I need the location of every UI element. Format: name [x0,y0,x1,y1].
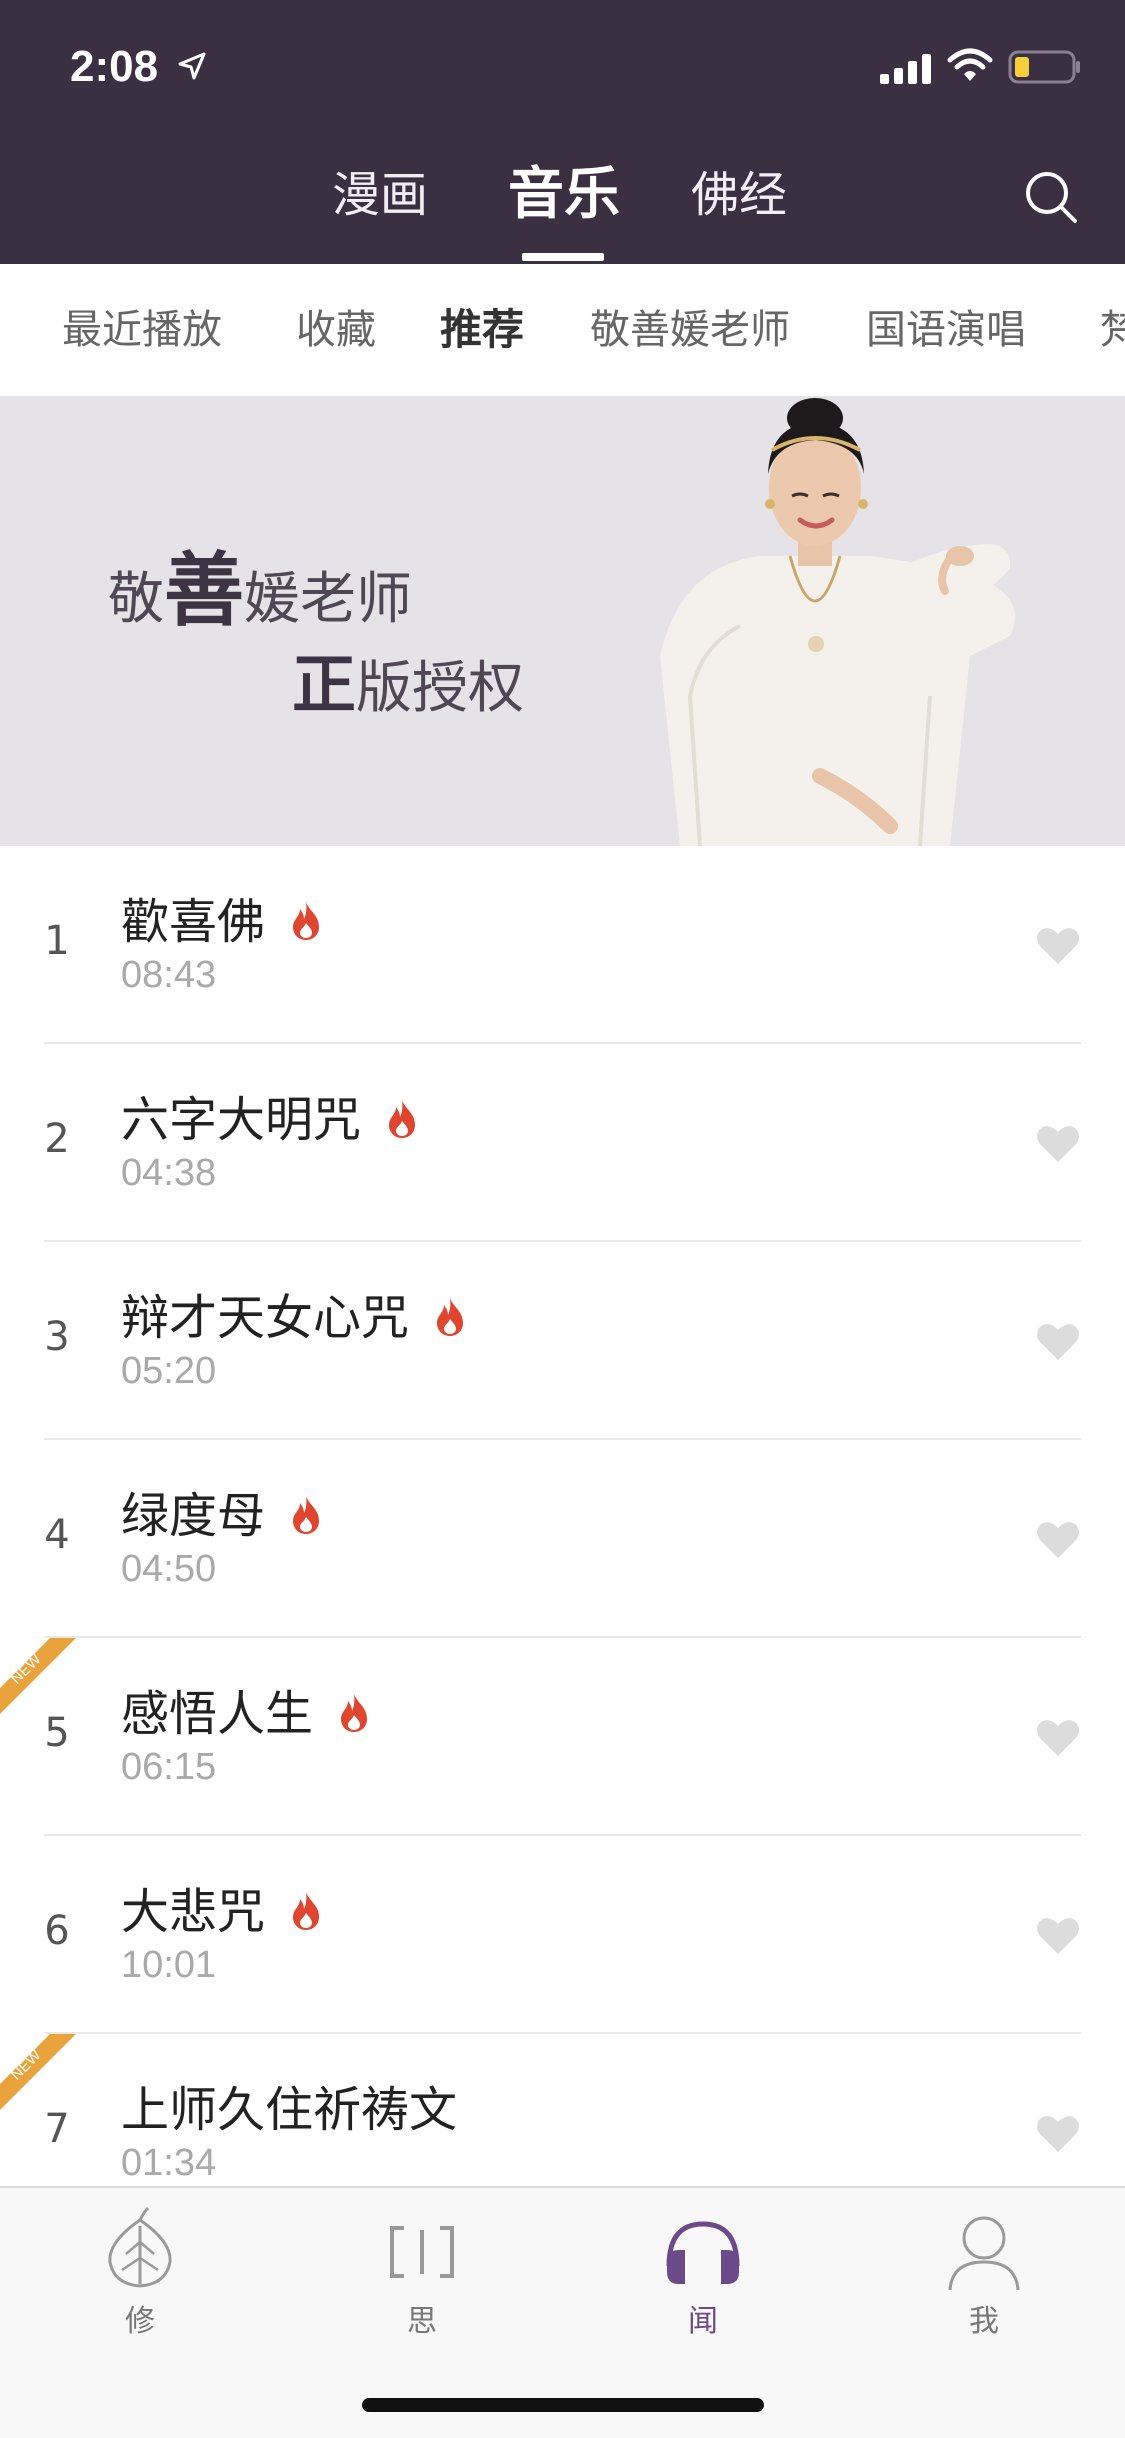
track-duration: 10:01 [121,1944,217,1986]
tab-sutras[interactable]: 佛经 [691,160,787,230]
subtab-favorites[interactable]: 收藏 [296,264,376,396]
new-corner-badge: NEW [0,1638,76,1714]
brackets-icon [390,2226,454,2278]
track-title-line: 上师久住祈祷文 [121,2070,457,2140]
favorite-heart-icon[interactable] [1036,1124,1080,1164]
nav-practice-label: 修 [125,2304,155,2339]
tab-music[interactable]: 音乐 [508,160,620,230]
nav-me-label: 我 [969,2304,999,2339]
track-row[interactable]: 1 歡喜佛 08:43 [0,846,1125,1044]
track-row[interactable]: 4 绿度母 04:50 [0,1440,1125,1638]
cellular-signal-icon [880,54,931,84]
track-number: 1 [44,918,70,964]
track-title-line: 歡喜佛 [121,882,321,952]
location-arrow-icon [178,52,206,80]
track-row[interactable]: NEW 5 感悟人生 06:15 [0,1638,1125,1836]
track-row[interactable]: 3 辩才天女心咒 05:20 [0,1242,1125,1440]
track-title: 绿度母 [121,1488,266,1544]
favorite-heart-icon[interactable] [1036,1520,1080,1560]
track-duration: 04:50 [121,1548,217,1590]
track-title: 辩才天女心咒 [121,1290,410,1346]
track-number: 7 [44,2106,70,2152]
track-duration: 05:20 [121,1350,217,1392]
favorite-heart-icon[interactable] [1036,926,1080,966]
track-list: 1 歡喜佛 08:43 2 六字大明咒 04:38 3 辩才天女心咒 05:20… [0,846,1125,2232]
tab-comics[interactable]: 漫画 [332,160,428,230]
favorite-heart-icon[interactable] [1036,1718,1080,1758]
app-header: 2:08 漫画 音乐 佛经 [0,0,1125,264]
track-title: 六字大明咒 [121,1092,362,1148]
favorite-heart-icon[interactable] [1036,1916,1080,1956]
new-corner-badge: NEW [0,2034,76,2110]
main-tabs: 漫画 音乐 佛经 [0,160,1125,230]
promo-banner[interactable]: 敬善媛老师 正版授权 [0,396,1125,846]
track-title-line: 绿度母 [121,1476,321,1546]
nav-listen-label: 闻 [688,2304,718,2339]
track-title-line: 感悟人生 [121,1674,369,1744]
track-row[interactable]: 6 大悲咒 10:01 [0,1836,1125,2034]
active-tab-indicator [522,253,604,261]
hot-flame-icon [293,902,320,940]
nav-reflect-label: 思 [407,2304,437,2339]
track-number: 5 [44,1710,70,1756]
hot-flame-icon [293,1892,320,1930]
track-title: 大悲咒 [121,1884,266,1940]
track-duration: 04:38 [121,1152,217,1194]
favorite-heart-icon[interactable] [1036,1322,1080,1362]
hot-flame-icon [437,1298,464,1336]
favorite-heart-icon[interactable] [1036,2114,1080,2154]
home-indicator[interactable] [362,2398,764,2412]
status-time: 2:08 [70,42,159,91]
track-row[interactable]: 2 六字大明咒 04:38 [0,1044,1125,1242]
wifi-icon [947,48,993,81]
subtab-mandarin[interactable]: 国语演唱 [866,264,1026,396]
track-number: 4 [44,1512,70,1558]
track-title: 感悟人生 [121,1686,314,1742]
track-title-line: 大悲咒 [121,1872,321,1942]
subtab-teacher[interactable]: 敬善媛老师 [590,264,790,396]
track-title-line: 辩才天女心咒 [121,1278,465,1348]
person-icon [948,2216,1020,2291]
track-duration: 06:15 [121,1746,217,1788]
subtab-recent[interactable]: 最近播放 [62,264,222,396]
teacher-photo [660,398,1015,846]
category-tabs: 最近播放 收藏 推荐 敬善媛老师 国语演唱 梵 [0,264,1125,397]
track-title-line: 六字大明咒 [121,1080,417,1150]
headphones-icon [666,2221,740,2284]
hot-flame-icon [293,1496,320,1534]
track-duration: 08:43 [121,954,217,996]
subtab-recommended[interactable]: 推荐 [440,264,524,396]
track-number: 3 [44,1314,70,1360]
track-number: 2 [44,1116,70,1162]
search-icon[interactable] [1022,168,1080,226]
hot-flame-icon [341,1694,368,1732]
battery-icon [1008,50,1080,84]
track-title: 上师久住祈祷文 [121,2082,458,2138]
hot-flame-icon [389,1100,416,1138]
subtab-sanskrit[interactable]: 梵 [1100,264,1125,396]
banner-title: 敬善媛老师 [108,544,412,637]
track-title: 歡喜佛 [121,894,266,950]
banner-subtitle: 正版授权 [292,649,524,723]
bodhi-leaf-icon [108,2206,172,2288]
track-number: 6 [44,1908,70,1954]
track-duration: 01:34 [121,2142,217,2184]
